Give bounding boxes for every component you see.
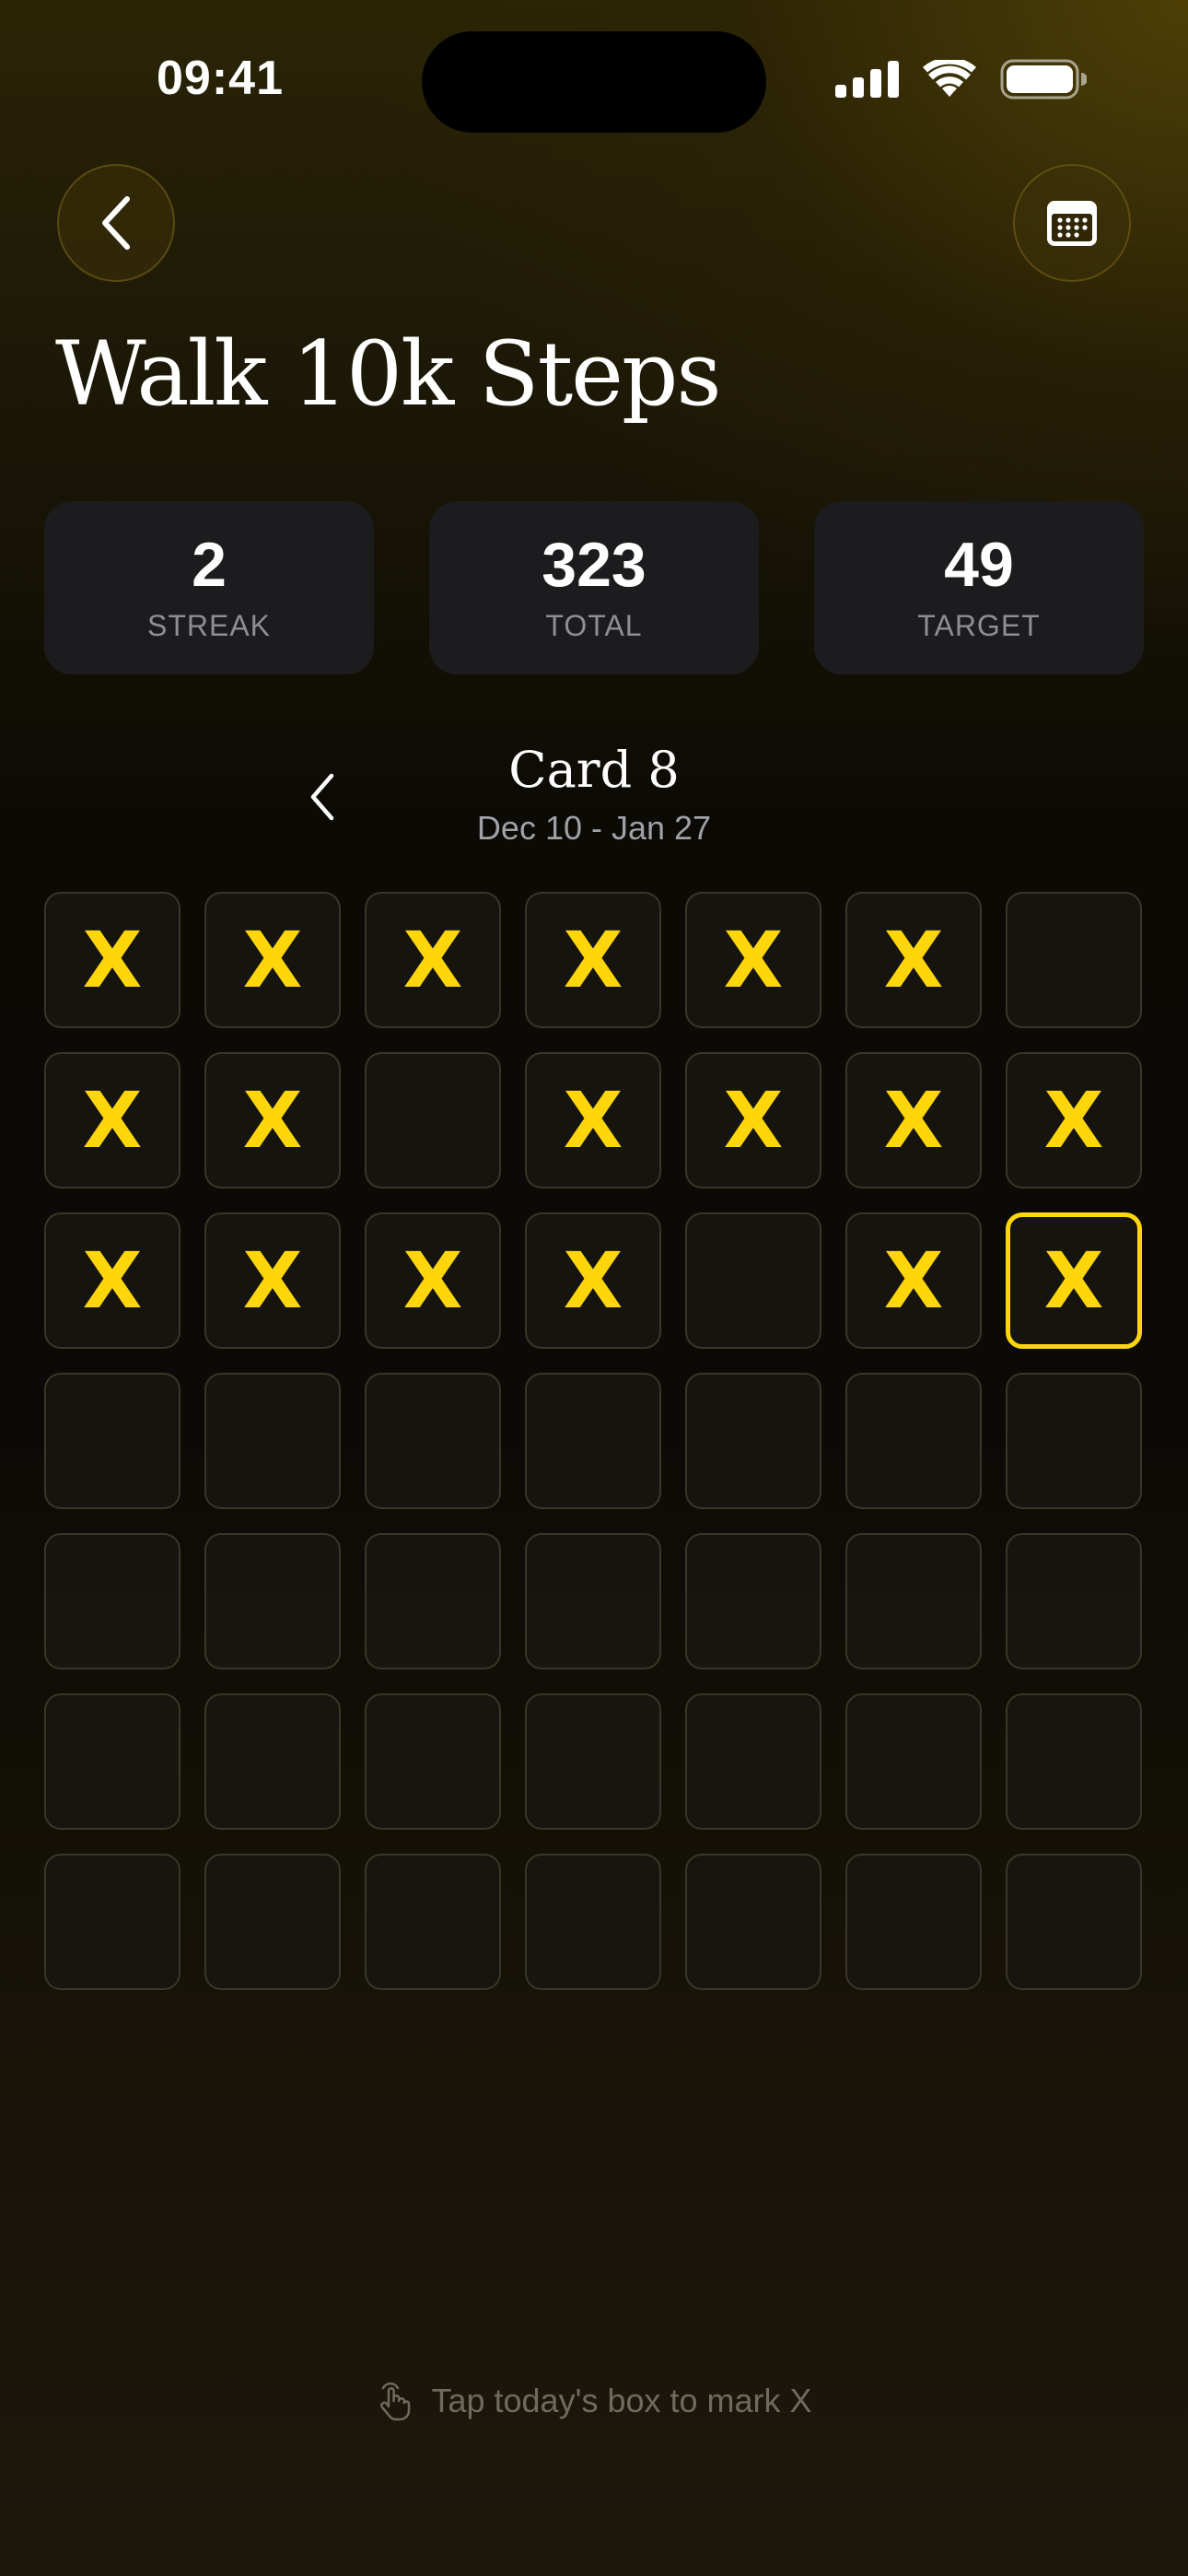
day-cell[interactable] bbox=[685, 1533, 821, 1669]
day-cell[interactable]: X bbox=[845, 1212, 982, 1349]
x-mark: X bbox=[723, 915, 784, 1005]
day-cell[interactable]: X bbox=[204, 892, 341, 1028]
day-cell[interactable] bbox=[365, 1854, 501, 1990]
status-icons bbox=[835, 59, 1087, 100]
day-cell[interactable] bbox=[44, 1854, 181, 1990]
x-mark: X bbox=[883, 915, 944, 1005]
day-cell[interactable] bbox=[525, 1854, 661, 1990]
stats-row: 2 STREAK 323 TOTAL 49 TARGET bbox=[44, 501, 1144, 674]
total-label: TOTAL bbox=[545, 608, 643, 642]
stat-card-target: 49 TARGET bbox=[814, 501, 1144, 674]
day-cell[interactable]: X bbox=[525, 1212, 661, 1349]
x-mark: X bbox=[563, 1235, 623, 1326]
habit-title: Walk 10k Steps bbox=[55, 322, 722, 426]
day-cell[interactable] bbox=[44, 1533, 181, 1669]
x-mark: X bbox=[242, 1235, 303, 1326]
day-cell[interactable]: X bbox=[525, 892, 661, 1028]
day-cell[interactable] bbox=[845, 1854, 982, 1990]
day-cell[interactable] bbox=[1006, 1533, 1142, 1669]
hint: Tap today's box to mark X bbox=[0, 2381, 1188, 2421]
card-title: Card 8 bbox=[508, 741, 680, 799]
day-cell[interactable]: X bbox=[365, 892, 501, 1028]
x-mark: X bbox=[1043, 1075, 1104, 1165]
day-cell[interactable] bbox=[1006, 1373, 1142, 1509]
x-mark: X bbox=[563, 915, 623, 1005]
total-value: 323 bbox=[542, 529, 646, 600]
day-cell[interactable] bbox=[845, 1693, 982, 1830]
day-cell[interactable] bbox=[1006, 1854, 1142, 1990]
x-mark: X bbox=[82, 1235, 143, 1326]
x-mark: X bbox=[402, 915, 463, 1005]
day-cell[interactable]: X bbox=[44, 892, 181, 1028]
calendar-button[interactable] bbox=[1013, 164, 1131, 282]
day-cell[interactable] bbox=[44, 1373, 181, 1509]
day-cell[interactable] bbox=[845, 1533, 982, 1669]
day-cell[interactable] bbox=[365, 1533, 501, 1669]
status-bar: 09:41 bbox=[0, 0, 1188, 147]
habit-grid: XXXXXXXXXXXXXXXXXX bbox=[44, 892, 1144, 1990]
x-mark: X bbox=[82, 1075, 143, 1165]
day-cell[interactable]: X bbox=[44, 1052, 181, 1188]
day-cell[interactable]: X bbox=[525, 1052, 661, 1188]
day-cell[interactable]: X bbox=[204, 1212, 341, 1349]
card-date-range: Dec 10 - Jan 27 bbox=[476, 809, 712, 847]
day-cell[interactable]: X bbox=[685, 1052, 821, 1188]
day-cell[interactable] bbox=[525, 1693, 661, 1830]
status-time: 09:41 bbox=[157, 52, 284, 105]
day-cell[interactable] bbox=[365, 1373, 501, 1509]
streak-label: STREAK bbox=[146, 608, 272, 642]
x-mark: X bbox=[242, 1075, 303, 1165]
wifi-icon bbox=[923, 60, 976, 97]
x-mark: X bbox=[883, 1235, 944, 1326]
x-mark: X bbox=[1043, 1235, 1104, 1326]
day-cell[interactable]: X bbox=[845, 892, 982, 1028]
x-mark: X bbox=[563, 1075, 623, 1165]
x-mark: X bbox=[883, 1075, 944, 1165]
day-cell[interactable] bbox=[525, 1533, 661, 1669]
stat-card-total: 323 TOTAL bbox=[429, 501, 759, 674]
stat-card-streak: 2 STREAK bbox=[44, 501, 374, 674]
day-cell[interactable] bbox=[204, 1373, 341, 1509]
day-cell[interactable]: X bbox=[44, 1212, 181, 1349]
back-button[interactable] bbox=[57, 164, 175, 282]
day-cell[interactable] bbox=[365, 1693, 501, 1830]
hint-text: Tap today's box to mark X bbox=[431, 2382, 812, 2419]
day-cell[interactable] bbox=[685, 1212, 821, 1349]
x-mark: X bbox=[82, 915, 143, 1005]
day-cell[interactable] bbox=[685, 1693, 821, 1830]
day-cell[interactable] bbox=[204, 1693, 341, 1830]
day-cell[interactable] bbox=[845, 1373, 982, 1509]
target-value: 49 bbox=[944, 529, 1014, 600]
tap-hand-icon bbox=[380, 2382, 411, 2421]
card-header: Card 8 Dec 10 - Jan 27 bbox=[0, 737, 1188, 857]
day-cell[interactable] bbox=[525, 1373, 661, 1509]
x-mark: X bbox=[723, 1075, 784, 1165]
day-cell[interactable]: X bbox=[1006, 1052, 1142, 1188]
day-cell[interactable] bbox=[1006, 1693, 1142, 1830]
day-cell[interactable]: X bbox=[204, 1052, 341, 1188]
day-cell[interactable]: X bbox=[845, 1052, 982, 1188]
dynamic-island bbox=[422, 31, 766, 133]
cellular-signal-icon bbox=[835, 61, 899, 98]
day-cell[interactable] bbox=[685, 1854, 821, 1990]
x-mark: X bbox=[242, 915, 303, 1005]
battery-icon bbox=[1000, 59, 1087, 100]
today-cell[interactable]: X bbox=[1006, 1212, 1142, 1349]
x-mark: X bbox=[402, 1235, 463, 1326]
streak-value: 2 bbox=[192, 529, 227, 600]
day-cell[interactable]: X bbox=[365, 1212, 501, 1349]
day-cell[interactable] bbox=[204, 1533, 341, 1669]
day-cell[interactable]: X bbox=[685, 892, 821, 1028]
day-cell[interactable] bbox=[1006, 892, 1142, 1028]
day-cell[interactable] bbox=[685, 1373, 821, 1509]
chevron-left-icon bbox=[102, 196, 130, 250]
calendar-icon bbox=[1047, 201, 1097, 246]
target-label: TARGET bbox=[917, 608, 1041, 642]
day-cell[interactable] bbox=[44, 1693, 181, 1830]
day-cell[interactable] bbox=[204, 1854, 341, 1990]
day-cell[interactable] bbox=[365, 1052, 501, 1188]
